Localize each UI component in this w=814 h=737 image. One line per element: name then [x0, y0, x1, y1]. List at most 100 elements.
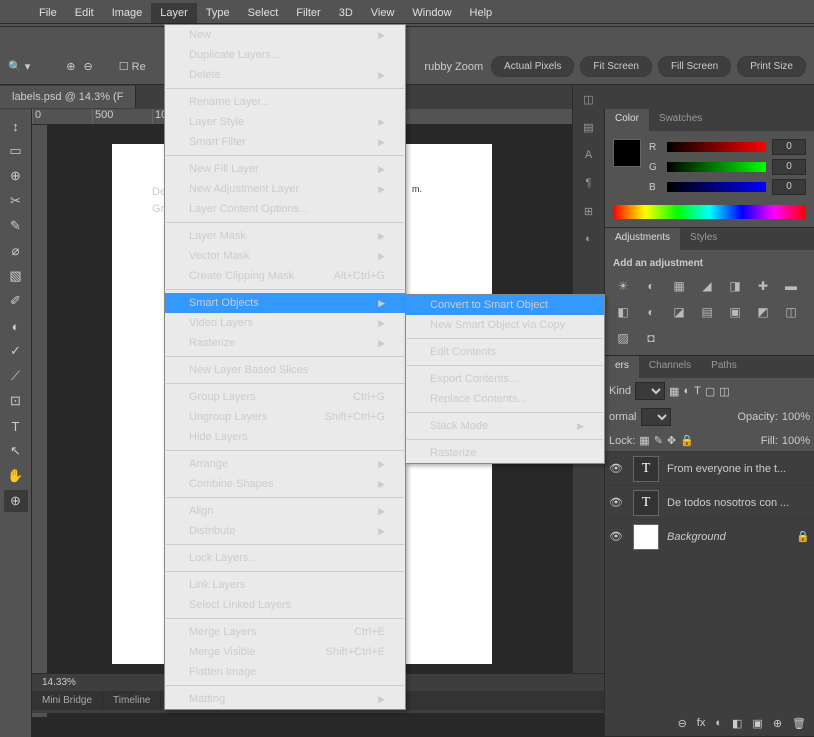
tool-icon[interactable]: ✓ [4, 340, 28, 362]
tool-icon[interactable]: ⌀ [4, 240, 28, 262]
tool-icon[interactable]: ↖ [4, 440, 28, 462]
adjustment-icon[interactable]: ▤ [697, 303, 717, 321]
tab-swatches[interactable]: Swatches [649, 109, 712, 131]
menu-item-duplicate-layers-[interactable]: Duplicate Layers... [165, 45, 405, 65]
menu-help[interactable]: Help [461, 3, 502, 23]
adjustment-icon[interactable]: ✚ [753, 277, 773, 295]
menu-view[interactable]: View [362, 3, 404, 23]
tab-styles[interactable]: Styles [680, 228, 727, 250]
menu-item-create-clipping-mask[interactable]: Create Clipping MaskAlt+Ctrl+G [165, 266, 405, 286]
visibility-icon[interactable]: 👁 [609, 530, 625, 543]
tool-icon[interactable]: ◐ [4, 315, 28, 337]
tool-icon[interactable]: ⊕ [4, 490, 28, 512]
menu-item-link-layers[interactable]: Link Layers [165, 575, 405, 595]
adjustment-icon[interactable]: ▬ [781, 277, 801, 295]
menu-item-group-layers[interactable]: Group LayersCtrl+G [165, 387, 405, 407]
menu-item-matting[interactable]: Matting▶ [165, 689, 405, 709]
menu-item-smart-objects[interactable]: Smart Objects▶ [165, 293, 405, 313]
menu-item-delete[interactable]: Delete▶ [165, 65, 405, 85]
zoom-in-icon[interactable]: ⊕ [66, 60, 75, 73]
tool-icon[interactable]: ⟋ [4, 365, 28, 387]
slider-g[interactable] [667, 162, 766, 172]
dock-icon[interactable]: ¶ [573, 169, 604, 197]
menu-item-rename-layer-[interactable]: Rename Layer... [165, 92, 405, 112]
slider-r[interactable] [667, 142, 766, 152]
layer-filter[interactable] [635, 382, 665, 400]
layer-row[interactable]: 👁TFrom everyone in the t... [605, 452, 814, 486]
menu-select[interactable]: Select [239, 3, 288, 23]
visibility-icon[interactable]: 👁 [609, 462, 625, 475]
menu-item-ungroup-layers[interactable]: Ungroup LayersShift+Ctrl+G [165, 407, 405, 427]
zoom-out-icon[interactable]: ⊖ [84, 60, 93, 73]
slider-b[interactable] [667, 182, 766, 192]
menu-item-new-layer-based-slices[interactable]: New Layer Based Slices [165, 360, 405, 380]
menu-window[interactable]: Window [403, 3, 460, 23]
dock-icon[interactable]: ◐ [573, 225, 604, 253]
dock-icon[interactable]: ◫ [573, 85, 604, 113]
menu-item-convert-to-smart-object[interactable]: Convert to Smart Object [406, 295, 604, 315]
document-tab[interactable]: labels.psd @ 14.3% (F [0, 86, 136, 108]
dock-icon[interactable]: A [573, 141, 604, 169]
menu-item-video-layers[interactable]: Video Layers▶ [165, 313, 405, 333]
fill-value[interactable]: 100% [782, 435, 810, 447]
layer-action-icon[interactable]: fx [697, 717, 706, 729]
tool-icon[interactable]: ▭ [4, 140, 28, 162]
tool-icon[interactable]: T [4, 415, 28, 437]
layer-action-icon[interactable]: ⊖ [678, 717, 687, 730]
menu-item-new[interactable]: New▶ [165, 25, 405, 45]
layer-action-icon[interactable]: ◐ [715, 717, 722, 729]
tool-icon[interactable]: ⊡ [4, 390, 28, 412]
zoom-tool-icon[interactable]: 🔍 ▾ [8, 60, 30, 73]
adjustment-icon[interactable]: ◧ [613, 303, 633, 321]
menu-3d[interactable]: 3D [330, 3, 362, 23]
menu-item-merge-visible[interactable]: Merge VisibleShift+Ctrl+E [165, 642, 405, 662]
dock-icon[interactable]: ▤ [573, 113, 604, 141]
blend-mode[interactable] [641, 408, 671, 426]
tab-timeline[interactable]: Timeline [103, 691, 161, 710]
menu-item-layer-style[interactable]: Layer Style▶ [165, 112, 405, 132]
adjustment-icon[interactable]: ◫ [781, 303, 801, 321]
layer-action-icon[interactable]: ◧ [732, 717, 742, 730]
menu-type[interactable]: Type [197, 3, 239, 23]
menu-filter[interactable]: Filter [287, 3, 329, 23]
adjustment-icon[interactable]: ◪ [669, 303, 689, 321]
value-b[interactable]: 0 [772, 179, 806, 195]
adjustment-icon[interactable]: ◐ [641, 277, 661, 295]
tab-minibridge[interactable]: Mini Bridge [32, 691, 103, 710]
menu-item-new-adjustment-layer[interactable]: New Adjustment Layer▶ [165, 179, 405, 199]
menu-item-align[interactable]: Align▶ [165, 501, 405, 521]
tool-icon[interactable]: ✂ [4, 190, 28, 212]
tool-icon[interactable]: ▧ [4, 265, 28, 287]
tool-icon[interactable]: ↕ [4, 115, 28, 137]
tab-channels[interactable]: Channels [639, 356, 701, 378]
menu-item-new-fill-layer[interactable]: New Fill Layer▶ [165, 159, 405, 179]
toolbar-fill-screen[interactable]: Fill Screen [658, 56, 731, 77]
menu-file[interactable]: File [30, 3, 66, 23]
layer-row[interactable]: 👁Background🔒 [605, 520, 814, 554]
toolbar-print-size[interactable]: Print Size [737, 56, 806, 77]
tool-icon[interactable]: ⊕ [4, 165, 28, 187]
value-r[interactable]: 0 [772, 139, 806, 155]
foreground-swatch[interactable] [613, 139, 641, 167]
menu-edit[interactable]: Edit [66, 3, 103, 23]
layer-action-icon[interactable]: 🗑 [792, 717, 806, 730]
adjustment-icon[interactable]: ▨ [613, 329, 633, 347]
menu-item-lock-layers-[interactable]: Lock Layers... [165, 548, 405, 568]
dock-icon[interactable]: ⊞ [573, 197, 604, 225]
layer-action-icon[interactable]: ⊕ [773, 717, 782, 730]
menu-image[interactable]: Image [103, 3, 152, 23]
tool-icon[interactable]: ✐ [4, 290, 28, 312]
tool-icon[interactable]: ✎ [4, 215, 28, 237]
adjustment-icon[interactable]: ☀ [613, 277, 633, 295]
spectrum[interactable] [613, 205, 806, 219]
menu-item-rasterize[interactable]: Rasterize▶ [165, 333, 405, 353]
menu-layer[interactable]: Layer [151, 3, 197, 23]
tab-color[interactable]: Color [605, 109, 649, 131]
layer-action-icon[interactable]: ▣ [752, 717, 762, 730]
tab-paths[interactable]: Paths [701, 356, 747, 378]
menu-item-hide-layers[interactable]: Hide Layers [165, 427, 405, 447]
toolbar-fit-screen[interactable]: Fit Screen [580, 56, 652, 77]
adjustment-icon[interactable]: ◘ [641, 329, 661, 347]
adjustment-icon[interactable]: ◨ [725, 277, 745, 295]
menu-item-arrange[interactable]: Arrange▶ [165, 454, 405, 474]
